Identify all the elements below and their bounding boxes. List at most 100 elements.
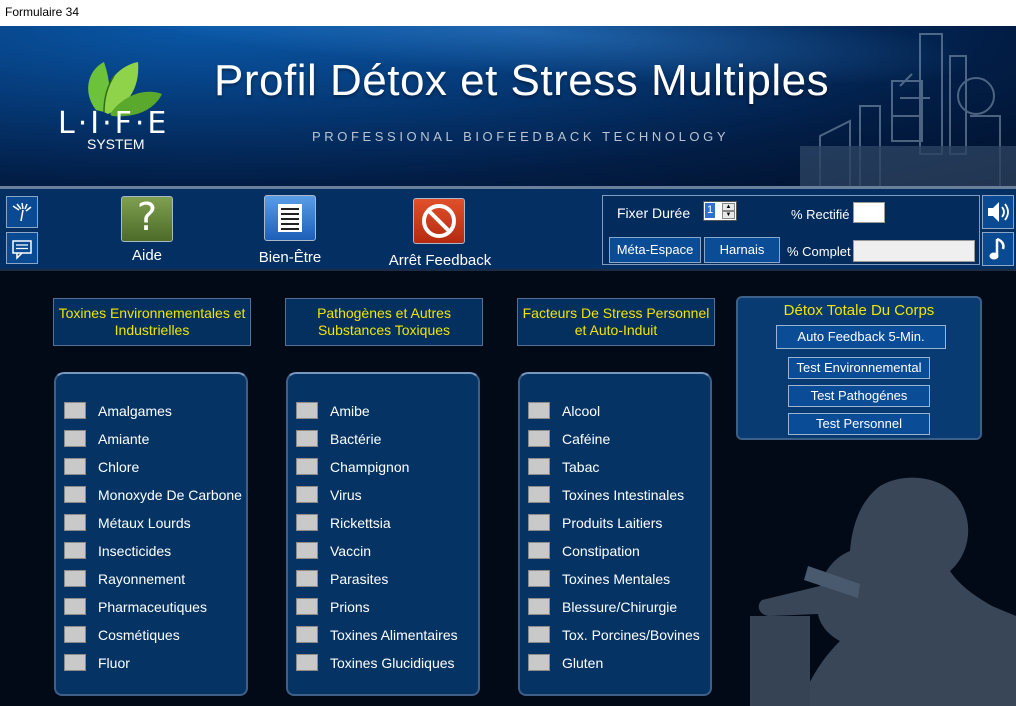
- item-label: Toxines Alimentaires: [330, 627, 458, 643]
- checkbox[interactable]: [64, 542, 86, 559]
- help-label: Aide: [131, 247, 163, 264]
- harness-button[interactable]: Harnais: [704, 237, 780, 263]
- item-label: Alcool: [562, 403, 601, 419]
- list-item[interactable]: Tabac: [520, 456, 712, 478]
- checkbox[interactable]: [296, 570, 318, 587]
- list-item[interactable]: Alcool: [520, 400, 712, 422]
- window-titlebar: Formulaire 34: [0, 0, 1016, 27]
- item-label: Rayonnement: [98, 571, 186, 587]
- signal-icon: [12, 202, 32, 222]
- checkbox[interactable]: [528, 570, 550, 587]
- header-banner: L·I·F·E SYSTEM Profil Détox et Stress Mu…: [0, 26, 1016, 186]
- personal-stress-list: Alcool Caféine Tabac Toxines Intestinale…: [518, 372, 712, 696]
- list-item[interactable]: Toxines Alimentaires: [288, 624, 480, 646]
- checkbox[interactable]: [64, 514, 86, 531]
- checkbox[interactable]: [296, 430, 318, 447]
- checkbox[interactable]: [296, 514, 318, 531]
- list-item[interactable]: Vaccin: [288, 540, 480, 562]
- list-item[interactable]: Toxines Mentales: [520, 568, 712, 590]
- music-button[interactable]: [982, 232, 1014, 266]
- checkbox[interactable]: [528, 514, 550, 531]
- checkbox[interactable]: [296, 486, 318, 503]
- checkbox[interactable]: [296, 542, 318, 559]
- checkbox[interactable]: [528, 458, 550, 475]
- item-label: Tox. Porcines/Bovines: [562, 627, 700, 643]
- list-item[interactable]: Amiante: [56, 428, 248, 450]
- list-item[interactable]: Toxines Intestinales: [520, 484, 712, 506]
- item-label: Blessure/Chirurgie: [562, 599, 678, 615]
- duration-value: 1: [705, 203, 715, 218]
- checkbox[interactable]: [64, 430, 86, 447]
- list-item[interactable]: Produits Laitiers: [520, 512, 712, 534]
- list-item[interactable]: Prions: [288, 596, 480, 618]
- checkbox[interactable]: [296, 458, 318, 475]
- test-environmental-button[interactable]: Test Environnemental: [788, 357, 930, 379]
- checkbox[interactable]: [528, 402, 550, 419]
- item-label: Tabac: [562, 459, 600, 475]
- item-label: Monoxyde De Carbone: [98, 487, 242, 503]
- item-label: Toxines Intestinales: [562, 487, 685, 503]
- item-label: Prions: [330, 599, 370, 615]
- list-item[interactable]: Tox. Porcines/Bovines: [520, 624, 712, 646]
- session-controls: Fixer Durée 1 ▲ ▼ % Rectifié Méta-Espace…: [602, 195, 980, 265]
- list-item[interactable]: Virus: [288, 484, 480, 506]
- test-personal-button[interactable]: Test Personnel: [788, 413, 930, 435]
- list-item[interactable]: Amalgames: [56, 400, 248, 422]
- list-item[interactable]: Champignon: [288, 456, 480, 478]
- checkbox[interactable]: [64, 402, 86, 419]
- checkbox[interactable]: [64, 598, 86, 615]
- item-label: Amiante: [98, 431, 150, 447]
- list-item[interactable]: Gluten: [520, 652, 712, 674]
- list-item[interactable]: Toxines Glucidiques: [288, 652, 480, 674]
- list-item[interactable]: Cosmétiques: [56, 624, 248, 646]
- list-item[interactable]: Constipation: [520, 540, 712, 562]
- toolbar: ? Aide Bien-Être Arrêt Feedback Fixer Du…: [0, 189, 1016, 271]
- list-item[interactable]: Monoxyde De Carbone: [56, 484, 248, 506]
- chat-icon: [12, 240, 32, 260]
- checkbox[interactable]: [296, 654, 318, 671]
- list-item[interactable]: Blessure/Chirurgie: [520, 596, 712, 618]
- duration-down-arrow-icon[interactable]: ▼: [722, 211, 735, 219]
- duration-up-arrow-icon[interactable]: ▲: [722, 203, 735, 211]
- checkbox[interactable]: [528, 542, 550, 559]
- list-item[interactable]: Rayonnement: [56, 568, 248, 590]
- rectified-label: % Rectifié: [791, 207, 850, 222]
- list-item[interactable]: Métaux Lourds: [56, 512, 248, 534]
- checkbox[interactable]: [64, 486, 86, 503]
- list-item[interactable]: Bactérie: [288, 428, 480, 450]
- checkbox[interactable]: [296, 402, 318, 419]
- complete-field[interactable]: [853, 240, 975, 262]
- list-item[interactable]: Pharmaceutiques: [56, 596, 248, 618]
- complete-label: % Complet: [787, 244, 851, 259]
- checkbox[interactable]: [64, 458, 86, 475]
- checkbox[interactable]: [296, 626, 318, 643]
- checkbox[interactable]: [64, 570, 86, 587]
- app-window: L·I·F·E SYSTEM Profil Détox et Stress Mu…: [0, 26, 1016, 706]
- environmental-list: Amalgames Amiante Chlore Monoxyde De Car…: [54, 372, 248, 696]
- rectified-field[interactable]: [853, 202, 885, 223]
- meta-space-button[interactable]: Méta-Espace: [609, 237, 701, 263]
- list-item[interactable]: Amibe: [288, 400, 480, 422]
- checkbox[interactable]: [528, 654, 550, 671]
- duration-stepper[interactable]: 1 ▲ ▼: [703, 201, 737, 221]
- window-title: Formulaire 34: [5, 5, 80, 19]
- checkbox[interactable]: [64, 654, 86, 671]
- list-item[interactable]: Parasites: [288, 568, 480, 590]
- checkbox[interactable]: [528, 486, 550, 503]
- checkbox[interactable]: [528, 430, 550, 447]
- list-item[interactable]: Chlore: [56, 456, 248, 478]
- sound-button[interactable]: [982, 195, 1014, 229]
- checkbox[interactable]: [528, 626, 550, 643]
- checkbox[interactable]: [528, 598, 550, 615]
- chat-button[interactable]: [6, 232, 38, 264]
- category-header-pathogens: Pathogènes et Autres Substances Toxiques: [285, 298, 483, 346]
- checkbox[interactable]: [296, 598, 318, 615]
- list-item[interactable]: Rickettsia: [288, 512, 480, 534]
- test-pathogens-button[interactable]: Test Pathogénes: [788, 385, 930, 407]
- list-item[interactable]: Fluor: [56, 652, 248, 674]
- auto-feedback-button[interactable]: Auto Feedback 5-Min.: [776, 325, 946, 349]
- list-item[interactable]: Insecticides: [56, 540, 248, 562]
- checkbox[interactable]: [64, 626, 86, 643]
- list-item[interactable]: Caféine: [520, 428, 712, 450]
- signal-button[interactable]: [6, 196, 38, 228]
